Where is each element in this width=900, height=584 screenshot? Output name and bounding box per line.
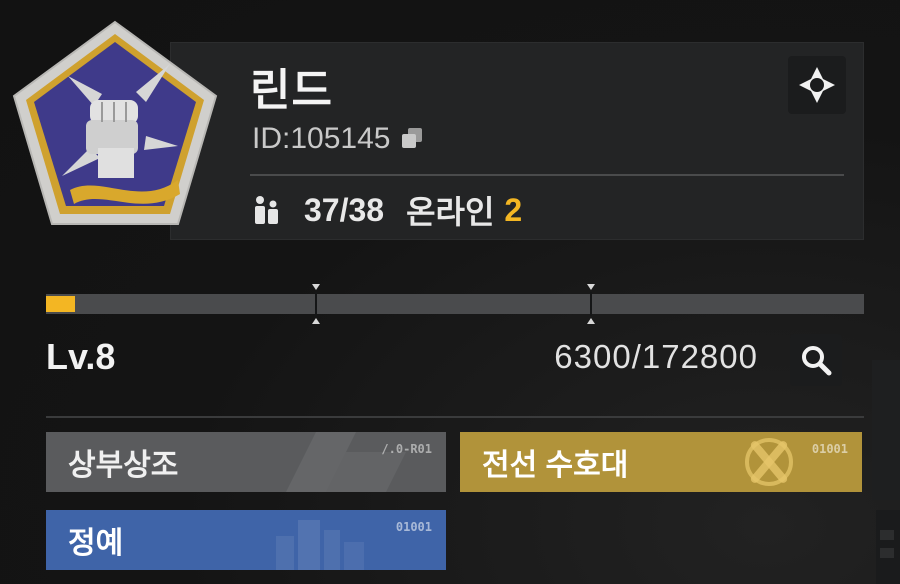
online-count: 2 xyxy=(504,191,523,228)
tag-deco-buildings xyxy=(276,520,364,570)
members-icon xyxy=(255,196,278,224)
tag-label: 상부상조 xyxy=(68,449,179,482)
tag-code: 01001 xyxy=(395,520,432,534)
xp-progress-bar xyxy=(46,284,864,324)
tag-code: 01001 xyxy=(811,442,848,456)
crossed-bullets-icon xyxy=(745,438,793,486)
guild-emblem xyxy=(12,20,218,225)
guild-id-row: ID: 105145 xyxy=(252,122,424,156)
guild-id-value: 105145 xyxy=(290,122,391,155)
xp-milestone-marker xyxy=(587,284,595,324)
guild-level: Lv.8 xyxy=(46,336,116,377)
tag-label: 정예 xyxy=(68,527,124,560)
target-icon xyxy=(799,67,835,103)
member-row: 37/38 온라인 2 xyxy=(250,190,522,230)
search-icon xyxy=(802,346,832,376)
tag-deco-pattern xyxy=(286,432,406,492)
tag-mutual-aid[interactable]: 상부상조 /.0-R01 xyxy=(46,432,446,492)
xp-value: 6300/172800 xyxy=(554,338,758,375)
guild-info-panel: 린드 ID: 105145 37/38 온라인 2 Lv.8 6300/1728… xyxy=(0,0,900,584)
search-button[interactable] xyxy=(790,334,842,386)
xp-milestone-marker xyxy=(312,284,320,324)
background-machinery xyxy=(872,360,900,584)
guild-name: 린드 xyxy=(250,66,333,115)
section-divider xyxy=(46,416,864,418)
copy-icon[interactable] xyxy=(402,128,424,150)
tag-label: 전선 수호대 xyxy=(482,449,629,482)
guild-id-label: ID: xyxy=(252,122,291,155)
tag-frontline-guard[interactable]: 전선 수호대 01001 xyxy=(460,432,862,492)
tag-elite[interactable]: 정예 01001 xyxy=(46,510,446,570)
member-count: 37/38 xyxy=(304,191,385,228)
xp-progress-fill xyxy=(46,296,76,312)
header-divider xyxy=(250,174,844,176)
online-label: 온라인 xyxy=(406,194,495,230)
target-button[interactable] xyxy=(788,56,846,114)
tag-code: /.0-R01 xyxy=(381,442,432,456)
